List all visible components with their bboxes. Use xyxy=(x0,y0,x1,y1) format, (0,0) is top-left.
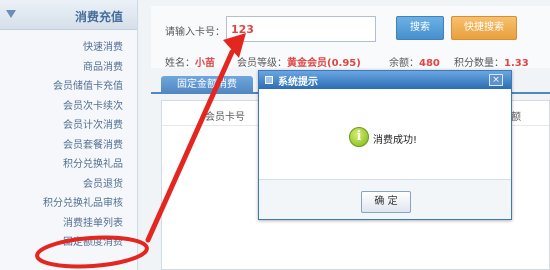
info-icon: i xyxy=(349,127,369,147)
confirm-button[interactable]: 确 定 xyxy=(361,191,411,213)
dialog-body: i 消费成功! xyxy=(259,89,511,179)
window-icon xyxy=(265,76,273,84)
dialog-titlebar[interactable]: 系统提示 × xyxy=(259,71,511,89)
close-button[interactable]: × xyxy=(489,74,503,86)
dialog-title: 系统提示 xyxy=(278,77,318,88)
system-prompt-dialog: 系统提示 × i 消费成功! 确 定 xyxy=(258,70,512,220)
dialog-footer: 确 定 xyxy=(259,179,511,219)
dialog-message: 消费成功! xyxy=(373,135,418,146)
